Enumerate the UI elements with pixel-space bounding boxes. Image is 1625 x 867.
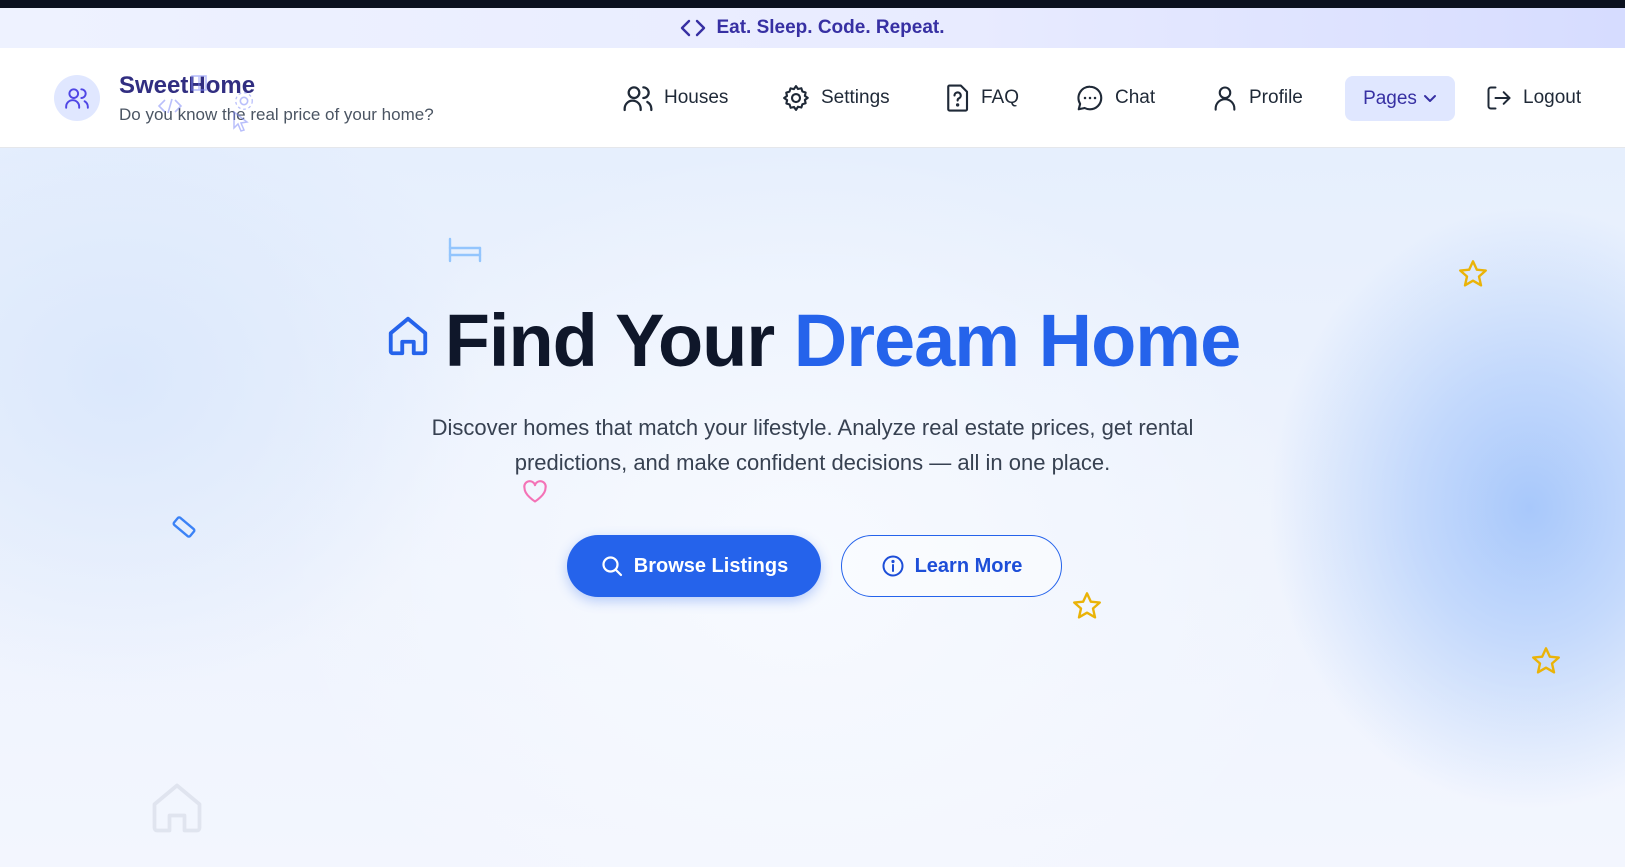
banner-text: Eat. Sleep. Code. Repeat. (716, 17, 945, 38)
learn-more-button[interactable]: Learn More (841, 535, 1062, 597)
home-outline-deco-icon (152, 783, 202, 833)
file-question-icon (947, 84, 969, 112)
hero-subtitle: Discover homes that match your lifestyle… (0, 410, 1625, 480)
ruler-icon (172, 516, 196, 538)
navbar: SweetHome Do you know the real price of … (0, 48, 1625, 148)
chat-bubble-icon (1077, 85, 1103, 111)
nav-chat-label: Chat (1115, 87, 1156, 108)
star-icon (1532, 647, 1561, 674)
learn-more-label: Learn More (914, 554, 1023, 577)
logout-icon (1487, 86, 1511, 110)
brand-avatar[interactable] (54, 75, 100, 121)
pages-dropdown-button[interactable]: Pages (1345, 76, 1455, 121)
code-deco-icon (157, 98, 183, 114)
star-icon (1459, 260, 1488, 287)
nav-profile-label: Profile (1249, 87, 1303, 108)
nav-faq-label: FAQ (981, 87, 1020, 108)
announcement-banner: Eat. Sleep. Code. Repeat. (0, 8, 1625, 48)
nav-logout[interactable]: Logout (1485, 48, 1581, 148)
gear-deco-icon (235, 92, 253, 110)
user-icon (1214, 86, 1236, 111)
hero-subtitle-line2: predictions, and make confident decision… (514, 450, 1111, 475)
nav-faq[interactable]: FAQ (943, 48, 1019, 148)
cursor-deco-icon (233, 110, 249, 132)
bed-icon (448, 237, 482, 263)
star-icon (1073, 592, 1102, 619)
info-icon (882, 555, 904, 577)
grid-deco-icon (191, 75, 207, 91)
browse-listings-label: Browse Listings (633, 554, 789, 577)
pages-label: Pages (1363, 87, 1417, 109)
nav-houses-label: Houses (664, 87, 729, 108)
users-icon (65, 88, 89, 109)
nav-settings[interactable]: Settings (781, 48, 890, 148)
chevron-down-icon (1423, 94, 1436, 102)
hero-subtitle-line1: Discover homes that match your lifestyle… (431, 415, 1194, 440)
nav-profile[interactable]: Profile (1211, 48, 1303, 148)
search-icon (602, 556, 622, 577)
users-icon (623, 86, 653, 112)
gear-icon (783, 85, 809, 111)
home-icon (388, 317, 427, 356)
hero-title: Find Your Dream Home (0, 298, 1625, 383)
code-brackets-icon (681, 19, 706, 37)
nav-logout-label: Logout (1523, 87, 1582, 108)
nav-houses[interactable]: Houses (622, 48, 728, 148)
hero-title-accent: Dream Home (793, 299, 1242, 382)
browse-listings-button[interactable]: Browse Listings (567, 535, 821, 597)
hero-section: Find Your Dream Home Discover homes that… (0, 148, 1625, 867)
heart-icon (523, 480, 547, 503)
nav-settings-label: Settings (821, 87, 890, 108)
top-strip (0, 0, 1625, 8)
hero-title-dark: Find Your (444, 299, 775, 382)
nav-chat[interactable]: Chat (1075, 48, 1155, 148)
